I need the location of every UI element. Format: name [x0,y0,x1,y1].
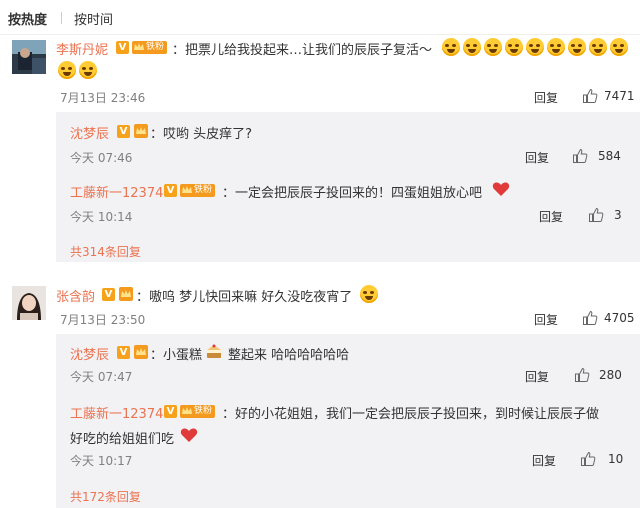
crying-emoji-icon [442,38,460,56]
vip-badge-icon: V [116,41,129,54]
reply-text: ：一定会把辰辰子投回来的！四蛋姐姐放心吧 [222,186,483,201]
reply-author[interactable]: 工藤新一12374 [70,403,163,422]
reply-text: ：小蛋糕 [150,348,203,363]
like-count: 584 [598,149,621,163]
reply-button[interactable]: 回复 [539,208,563,225]
heart-icon [492,182,510,196]
thumbs-up-icon[interactable] [582,310,598,326]
crying-emoji-icon [610,38,628,56]
reply-time: 今天 10:14 [70,210,133,224]
more-replies-link[interactable]: 共314条回复 [70,243,141,260]
avatar[interactable] [12,286,46,320]
crying-emoji-icon [505,38,523,56]
comment-text: ：嗷呜 梦儿快回来嘛 好久没吃夜宵了 [136,290,353,305]
fan-badge-label: 铁粉 [194,406,213,416]
reply-button[interactable]: 回复 [525,149,549,166]
like-count: 3 [614,208,622,222]
comment-author[interactable]: 张含韵 [56,286,95,305]
crown-icon [119,287,133,301]
tab-sort-by-time[interactable]: 按时间 [74,9,113,28]
vip-badge-icon: V [117,346,130,359]
crown-icon [134,43,144,50]
reply-time: 今天 07:47 [70,370,133,384]
tab-separator [61,12,62,24]
heart-icon [180,428,198,442]
comment-text: ：把票儿给我投起来…让我们的辰辰子复活～ [172,43,433,58]
crying-emoji-icon [58,61,76,79]
fan-badge: 铁粉 [180,405,216,418]
vip-badge-icon: V [164,405,177,418]
reply-text-continued: 整起来 哈哈哈哈哈哈 [228,348,350,363]
thumbs-up-icon[interactable] [572,148,588,164]
more-replies-link[interactable]: 共172条回复 [70,488,141,505]
crying-emoji-icon [463,38,481,56]
crown-icon [134,124,148,138]
crown-icon [182,186,192,193]
crying-emoji-icon [568,38,586,56]
like-count: 4705 [604,311,635,325]
reply-button[interactable]: 回复 [532,452,556,469]
crying-emoji-icon [79,61,97,79]
avatar[interactable] [12,40,46,74]
cake-icon [207,344,221,358]
reply-button[interactable]: 回复 [534,311,558,328]
comment-time: 7月13日 23:50 [60,313,146,327]
tab-sort-by-hot[interactable]: 按热度 [8,9,47,28]
reply-text-line2: 好吃的给姐姐们吃 [70,432,175,447]
thumbs-up-icon[interactable] [580,451,596,467]
reply-author[interactable]: 沈梦辰 [70,123,109,142]
reply-text: ：好的小花姐姐，我们一定会把辰辰子投回来，到时候让辰辰子做 [222,407,600,422]
reply-button[interactable]: 回复 [525,368,549,385]
vip-badge-icon: V [102,288,115,301]
fan-badge: 铁粉 [180,184,216,197]
crown-icon [182,407,192,414]
vip-badge-icon: V [164,184,177,197]
like-count: 280 [599,368,622,382]
crying-emoji-icon [589,38,607,56]
crying-emoji-icon [547,38,565,56]
thumbs-up-icon[interactable] [588,207,604,223]
reply-text: ：哎哟 头皮痒了? [150,127,253,142]
comment-author[interactable]: 李斯丹妮 [56,39,108,58]
fan-badge-label: 铁粉 [194,185,213,195]
comment-time: 7月13日 23:46 [60,91,146,105]
sort-tabs: 按热度 按时间 [0,0,640,34]
reply-author[interactable]: 沈梦辰 [70,344,109,363]
thumbs-up-icon[interactable] [582,88,598,104]
crying-emoji-icon [526,38,544,56]
like-count: 7471 [604,89,635,103]
reply-time: 今天 07:46 [70,151,133,165]
crying-emoji-icon [360,285,378,303]
tabs-divider [0,34,640,35]
reply-button[interactable]: 回复 [534,89,558,106]
thumbs-up-icon[interactable] [574,367,590,383]
vip-badge-icon: V [117,125,130,138]
reply-time: 今天 10:17 [70,454,133,468]
reply-author[interactable]: 工藤新一12374 [70,182,163,201]
crown-icon [134,345,148,359]
like-count: 10 [608,452,624,466]
fan-badge-label: 铁粉 [146,42,165,52]
fan-badge: 铁粉 [132,41,168,54]
crying-emoji-icon [484,38,502,56]
